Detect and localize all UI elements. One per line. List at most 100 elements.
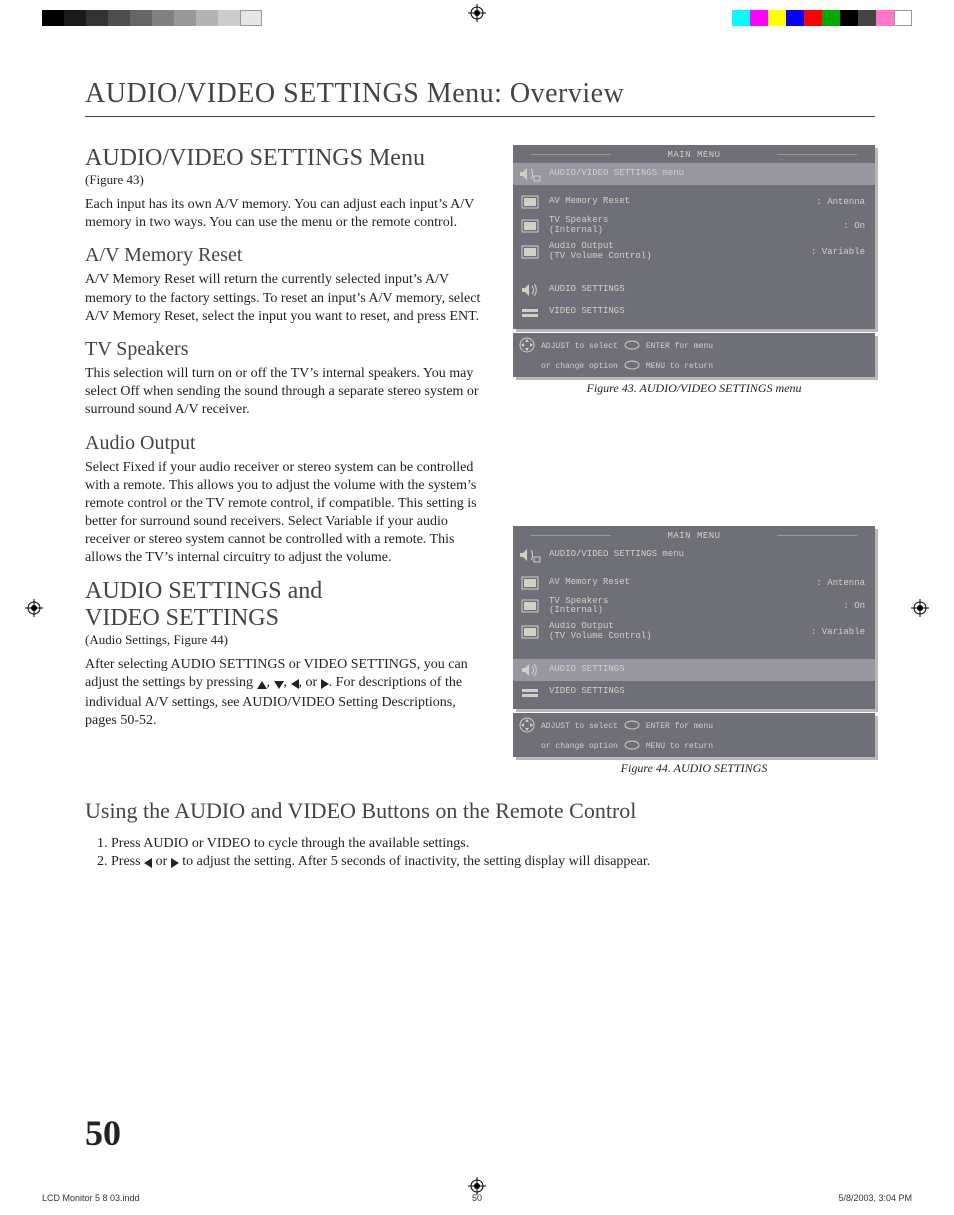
osd-row: AV Memory Reset : Antenna (513, 572, 875, 594)
osd-help-text: ADJUST to select (541, 722, 618, 731)
step-item: Press AUDIO or VIDEO to cycle through th… (111, 836, 875, 852)
osd-label: TV Speakers(Internal) (549, 216, 835, 236)
osd-label: AUDIO/VIDEO SETTINGS menu (549, 550, 865, 560)
arrow-left-icon (291, 676, 299, 694)
dpad-icon (519, 337, 535, 356)
osd-label: AV Memory Reset (549, 578, 808, 588)
osd-value: : On (843, 601, 865, 611)
osd-help-text: ENTER for menu (646, 342, 713, 351)
figure-caption: Figure 44. AUDIO SETTINGS (513, 761, 875, 776)
grayscale-swatches (42, 10, 262, 26)
tv-icon (519, 598, 541, 614)
heading-remote-buttons: Using the AUDIO and VIDEO Buttons on the… (85, 798, 875, 824)
figure-44-osd: MAIN MENU AUDIO/VIDEO SETTINGS menu AV M… (513, 526, 875, 710)
osd-value: : Antenna (816, 578, 865, 588)
osd-help-text: or change option (541, 742, 618, 751)
osd-row: AUDIO/VIDEO SETTINGS menu (513, 544, 875, 566)
osd-value: : Variable (811, 627, 865, 637)
osd-label: Audio Output(TV Volume Control) (549, 622, 803, 642)
footer-timestamp: 5/8/2003, 3:04 PM (838, 1193, 912, 1203)
color-swatches (732, 10, 912, 26)
osd-label: VIDEO SETTINGS (549, 687, 865, 697)
button-icon (624, 720, 640, 733)
osd-title: MAIN MENU (513, 145, 875, 163)
footer-filename: LCD Monitor 5 8 03.indd (42, 1193, 140, 1203)
osd-label: VIDEO SETTINGS (549, 307, 865, 317)
arrow-up-icon (257, 676, 267, 694)
arrow-left-icon (144, 856, 152, 872)
osd-label: AUDIO/VIDEO SETTINGS menu (549, 169, 865, 179)
page-content: AUDIO/VIDEO SETTINGS Menu: Overview AUDI… (85, 60, 875, 1150)
dpad-icon (519, 717, 535, 736)
speaker-icon (519, 282, 541, 298)
body-text: Each input has its own A/V memory. You c… (85, 196, 485, 232)
steps-list: Press AUDIO or VIDEO to cycle through th… (111, 836, 875, 872)
body-text: Select Fixed if your audio receiver or s… (85, 459, 485, 568)
osd-help-text: ADJUST to select (541, 342, 618, 351)
figure-ref: (Figure 43) (85, 172, 485, 188)
body-text: After selecting AUDIO SETTINGS or VIDEO … (85, 656, 485, 731)
speaker-video-icon (519, 166, 541, 182)
body-text: A/V Memory Reset will return the current… (85, 271, 485, 326)
osd-row: AUDIO SETTINGS (513, 279, 875, 301)
osd-title: MAIN MENU (513, 526, 875, 544)
arrow-right-icon (171, 856, 179, 872)
button-icon (624, 360, 640, 373)
osd-label: TV Speakers(Internal) (549, 597, 835, 617)
osd-row: TV Speakers(Internal) : On (513, 213, 875, 239)
tv-icon (519, 244, 541, 260)
tv-icon (519, 575, 541, 591)
bottom-section: Using the AUDIO and VIDEO Buttons on the… (85, 798, 875, 872)
step-fragment: Press (111, 854, 144, 869)
arrow-down-icon (274, 676, 284, 694)
registration-mark-icon (468, 4, 486, 22)
right-column: MAIN MENU AUDIO/VIDEO SETTINGS menu AV M… (513, 145, 875, 776)
osd-help-text: MENU to return (646, 362, 713, 371)
osd-value: : Antenna (816, 197, 865, 207)
figure-caption: Figure 43. AUDIO/VIDEO SETTINGS menu (513, 381, 875, 396)
body-text: This selection will turn on or off the T… (85, 365, 485, 420)
tv-icon (519, 194, 541, 210)
speaker-icon (519, 662, 541, 678)
footer-page: 50 (472, 1193, 482, 1203)
osd-value: : On (843, 221, 865, 231)
button-icon (624, 740, 640, 753)
step-fragment: to adjust the setting. After 5 seconds o… (179, 854, 651, 869)
video-icon (519, 684, 541, 700)
page-number: 50 (85, 1112, 121, 1154)
osd-label: Audio Output(TV Volume Control) (549, 242, 803, 262)
video-icon (519, 304, 541, 320)
osd-help-text: ENTER for menu (646, 722, 713, 731)
page-title: AUDIO/VIDEO SETTINGS Menu: Overview (85, 78, 875, 110)
figure-43-osd: MAIN MENU AUDIO/VIDEO SETTINGS menu AV M… (513, 145, 875, 329)
speaker-video-icon (519, 547, 541, 563)
osd-label: AV Memory Reset (549, 197, 808, 207)
osd-row: Audio Output(TV Volume Control) : Variab… (513, 619, 875, 645)
registration-mark-icon (911, 599, 929, 617)
tv-icon (519, 624, 541, 640)
osd-footer: or change option MENU to return (513, 736, 875, 757)
left-column: AUDIO/VIDEO SETTINGS Menu (Figure 43) Ea… (85, 145, 485, 776)
osd-row: VIDEO SETTINGS (513, 301, 875, 323)
osd-help-text: or change option (541, 362, 618, 371)
heading-av-menu: AUDIO/VIDEO SETTINGS Menu (85, 145, 485, 172)
tv-icon (519, 218, 541, 234)
footer-metadata: LCD Monitor 5 8 03.indd 50 5/8/2003, 3:0… (42, 1193, 912, 1203)
osd-value: : Variable (811, 247, 865, 257)
title-rule (85, 116, 875, 117)
osd-row: VIDEO SETTINGS (513, 681, 875, 703)
osd-row-selected: AUDIO/VIDEO SETTINGS menu (513, 163, 875, 185)
registration-mark-icon (25, 599, 43, 617)
arrow-right-icon (321, 676, 329, 694)
osd-help-text: MENU to return (646, 742, 713, 751)
heading-tv-speakers: TV Speakers (85, 338, 485, 361)
osd-row: Audio Output(TV Volume Control) : Variab… (513, 239, 875, 265)
heading-audio-output: Audio Output (85, 432, 485, 455)
osd-footer: or change option MENU to return (513, 356, 875, 377)
figure-ref: (Audio Settings, Figure 44) (85, 632, 485, 648)
osd-row-selected: AUDIO SETTINGS (513, 659, 875, 681)
step-item: Press or to adjust the setting. After 5 … (111, 854, 875, 872)
osd-row: AV Memory Reset : Antenna (513, 191, 875, 213)
button-icon (624, 340, 640, 353)
step-fragment: or (152, 854, 171, 869)
